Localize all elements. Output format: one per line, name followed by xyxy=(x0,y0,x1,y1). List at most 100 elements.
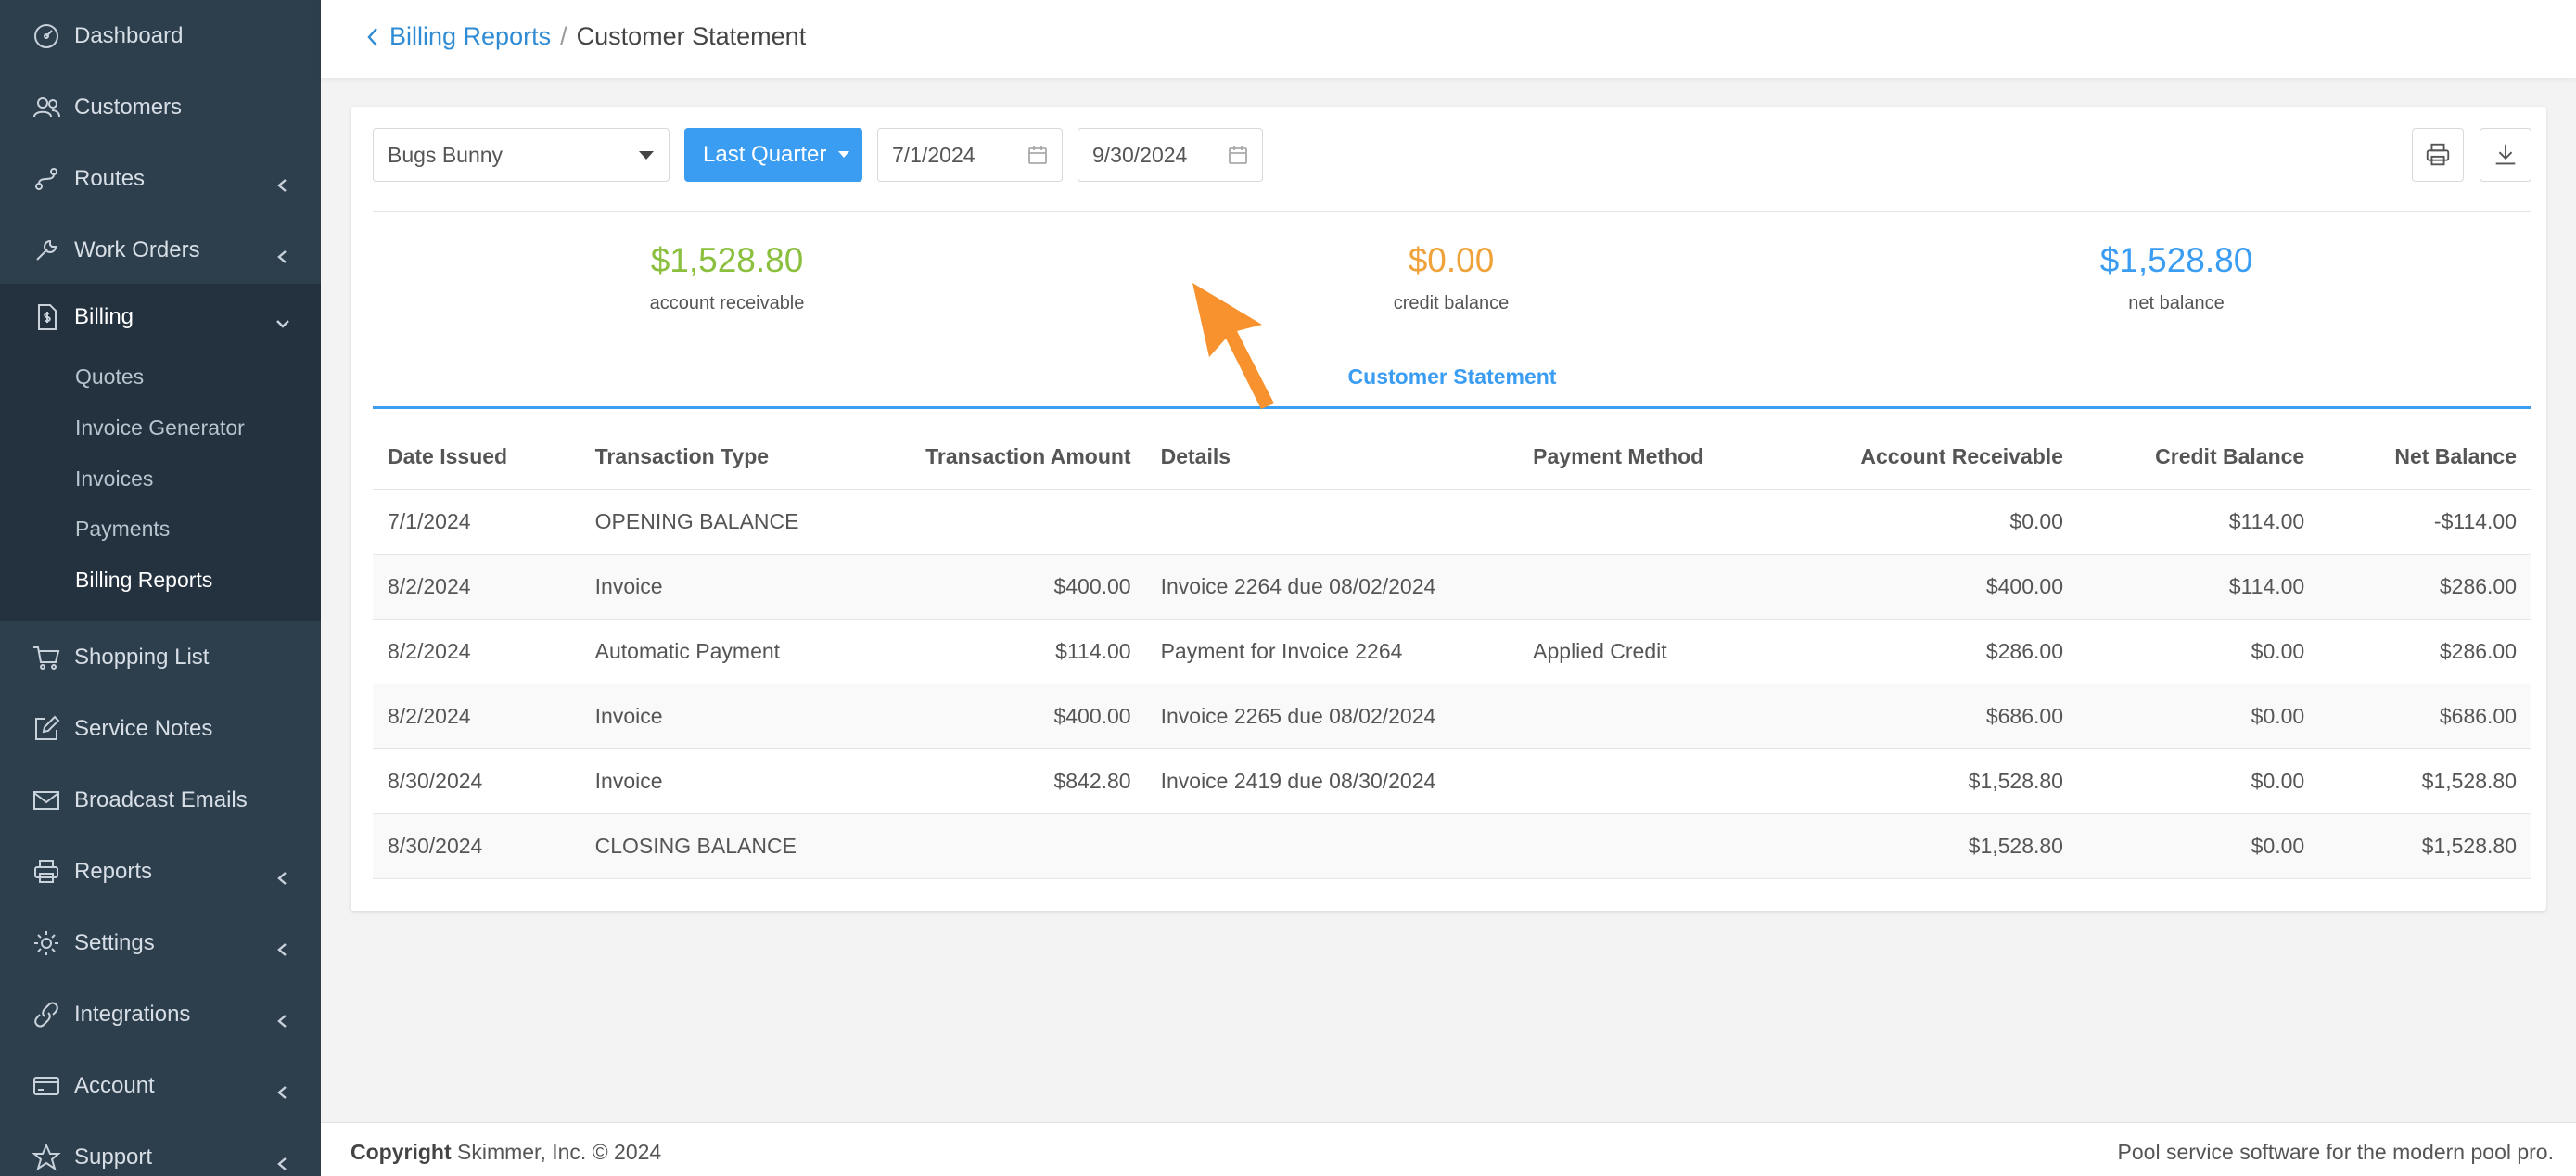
chevron-left-icon xyxy=(276,1080,289,1099)
sidebar-item-label: Customers xyxy=(74,94,183,120)
table-cell: $0.00 xyxy=(2077,813,2320,879)
table-cell: $114.00 xyxy=(900,619,1146,684)
sidebar-item-integrations[interactable]: Integrations xyxy=(0,978,321,1050)
table-cell: $686.00 xyxy=(2319,684,2531,749)
sidebar-item-customers[interactable]: Customers xyxy=(0,71,321,143)
table-cell xyxy=(1518,813,1726,879)
end-date-value: 9/30/2024 xyxy=(1092,142,1188,167)
customer-select[interactable]: Bugs Bunny xyxy=(373,128,670,182)
sidebar-subitem-quotes[interactable]: Quotes xyxy=(75,364,144,390)
sidebar-item-label: Settings xyxy=(74,929,155,955)
calendar-icon xyxy=(1027,144,1049,166)
copyright-rest: Skimmer, Inc. © 2024 xyxy=(457,1140,662,1164)
table-cell: OPENING BALANCE xyxy=(580,489,901,555)
statement-card: Bugs Bunny Last Quarter 7/1/2024 9/30/20… xyxy=(351,107,2546,911)
sidebar-item-broadcast-emails[interactable]: Broadcast Emails xyxy=(0,764,321,836)
sidebar-item-work-orders[interactable]: Work Orders xyxy=(0,214,321,286)
column-header: Credit Balance xyxy=(2077,410,2320,490)
sidebar-item-dashboard[interactable]: Dashboard xyxy=(0,0,321,71)
table-row: 7/1/2024 OPENING BALANCE $0.00 $114.00 -$114… xyxy=(373,489,2531,555)
start-date-input[interactable]: 7/1/2024 xyxy=(877,128,1063,182)
top-header: Billing Reports / Customer Statement xyxy=(321,0,2576,78)
table-cell xyxy=(900,489,1146,555)
table-cell: Invoice xyxy=(580,748,901,814)
table-cell xyxy=(1518,554,1726,620)
download-button[interactable] xyxy=(2480,128,2531,182)
table-cell xyxy=(900,813,1146,879)
table-cell: $114.00 xyxy=(2077,489,2320,555)
sidebar-item-label: Dashboard xyxy=(74,22,184,48)
sidebar-item-label: Reports xyxy=(74,858,153,884)
sidebar: Dashboard Customers Routes Work Orders B… xyxy=(0,0,321,1176)
sidebar-item-support[interactable]: Support xyxy=(0,1121,321,1176)
sidebar-item-account[interactable]: Account xyxy=(0,1050,321,1121)
net-balance-amount: $1,528.80 xyxy=(2099,241,2253,279)
footer-tagline: Pool service software for the modern poo… xyxy=(2117,1140,2554,1164)
customer-select-value: Bugs Bunny xyxy=(388,142,504,167)
gear-icon xyxy=(30,927,63,960)
sidebar-item-label: Service Notes xyxy=(74,715,213,741)
column-header: Net Balance xyxy=(2319,410,2531,490)
table-cell xyxy=(1145,489,1519,555)
table-cell: $1,528.80 xyxy=(2319,748,2531,814)
pencil-square-icon xyxy=(30,712,63,746)
table-row: 8/30/2024 CLOSING BALANCE $1,528.80 $0.00 $1… xyxy=(373,813,2531,879)
card-icon xyxy=(30,1069,63,1103)
breadcrumb-billing-reports-link[interactable]: Billing Reports xyxy=(389,22,551,51)
account-receivable-amount: $1,528.80 xyxy=(650,241,804,279)
table-header-row: Date Issued Transaction Type Transaction… xyxy=(373,410,2531,490)
dollar-file-icon xyxy=(30,300,63,334)
credit-balance-amount: $0.00 xyxy=(1408,241,1495,279)
star-icon xyxy=(30,1141,63,1174)
sidebar-item-reports[interactable]: Reports xyxy=(0,836,321,907)
table-cell xyxy=(1518,489,1726,555)
download-icon xyxy=(2495,144,2516,165)
printer-icon xyxy=(30,855,63,888)
net-balance-label: net balance xyxy=(2128,293,2225,313)
sidebar-subitem-billing-reports[interactable]: Billing Reports xyxy=(75,568,212,593)
period-dropdown-button[interactable]: Last Quarter xyxy=(684,128,862,182)
table-cell: 8/2/2024 xyxy=(373,684,580,749)
table-cell: $0.00 xyxy=(2077,748,2320,814)
sidebar-item-settings[interactable]: Settings xyxy=(0,907,321,978)
calendar-icon xyxy=(1227,144,1249,166)
wrench-icon xyxy=(30,234,63,267)
sidebar-item-shopping-list[interactable]: Shopping List xyxy=(0,621,321,693)
sidebar-item-label: Shopping List xyxy=(74,644,210,670)
chevron-down-icon xyxy=(276,311,289,328)
print-button[interactable] xyxy=(2412,128,2464,182)
end-date-input[interactable]: 9/30/2024 xyxy=(1078,128,1263,182)
table-cell: 8/30/2024 xyxy=(373,813,580,879)
table-row: 8/2/2024 Invoice $400.00 Invoice 2265 due 0… xyxy=(373,684,2531,749)
table-cell xyxy=(1145,813,1519,879)
caret-down-icon xyxy=(838,151,849,158)
printer-icon xyxy=(2426,143,2450,166)
table-row: 8/30/2024 Invoice $842.80 Invoice 2419 due … xyxy=(373,748,2531,814)
table-cell xyxy=(1518,748,1726,814)
table-cell: 8/2/2024 xyxy=(373,619,580,684)
sidebar-subitem-payments[interactable]: Payments xyxy=(75,517,170,542)
people-icon xyxy=(30,91,63,124)
sidebar-item-service-notes[interactable]: Service Notes xyxy=(0,693,321,764)
start-date-value: 7/1/2024 xyxy=(892,142,976,167)
column-header: Payment Method xyxy=(1518,410,1726,490)
sidebar-subitem-invoices[interactable]: Invoices xyxy=(75,467,153,492)
table-cell: $1,528.80 xyxy=(1725,748,2078,814)
copyright-text: Copyright Skimmer, Inc. © 2024 xyxy=(351,1140,661,1165)
table-row: 8/2/2024 Invoice $400.00 Invoice 2264 due 0… xyxy=(373,554,2531,620)
footer: Copyright Skimmer, Inc. © 2024 Pool serv… xyxy=(321,1122,2576,1176)
tab-customer-statement[interactable]: Customer Statement xyxy=(373,364,2531,390)
table-cell: $286.00 xyxy=(2319,554,2531,620)
table-row: 8/2/2024 Automatic Payment $114.00 Payment … xyxy=(373,619,2531,684)
divider xyxy=(373,211,2531,212)
table-cell: Automatic Payment xyxy=(580,619,901,684)
cart-icon xyxy=(30,641,63,674)
annotation-arrow-icon xyxy=(1192,283,1274,409)
sidebar-subitem-invoice-generator[interactable]: Invoice Generator xyxy=(75,415,245,441)
sidebar-item-routes[interactable]: Routes xyxy=(0,143,321,214)
table-cell: $400.00 xyxy=(900,554,1146,620)
sidebar-item-label: Integrations xyxy=(74,1001,191,1027)
sidebar-item-billing[interactable]: Billing xyxy=(0,284,321,350)
copyright-bold: Copyright xyxy=(351,1140,452,1164)
chevron-left-icon[interactable] xyxy=(365,26,380,48)
